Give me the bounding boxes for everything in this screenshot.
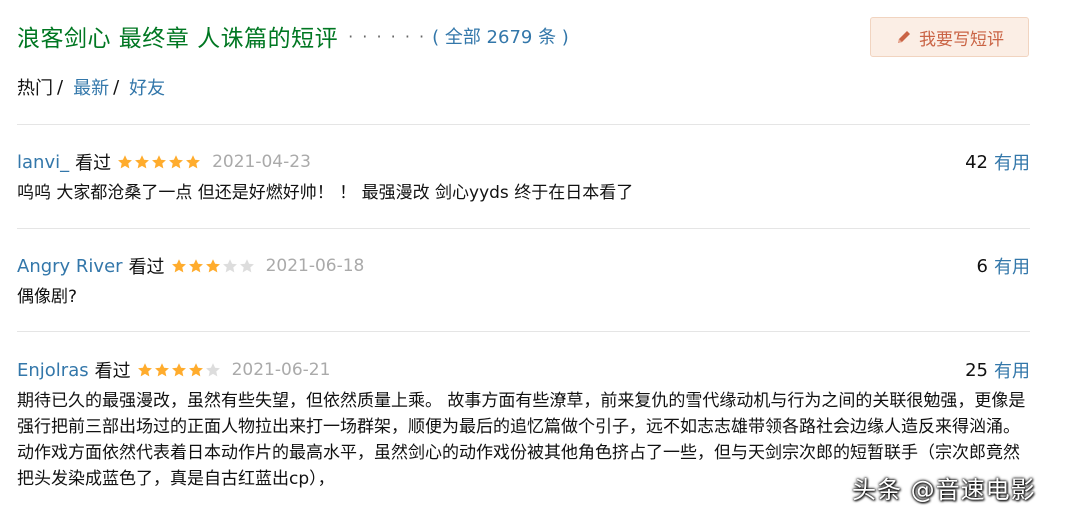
divider	[17, 228, 1030, 229]
star-filled-icon	[205, 259, 220, 273]
divider	[17, 331, 1030, 332]
useful-count: 42	[965, 151, 988, 173]
useful-count: 25	[965, 359, 988, 381]
tab-latest[interactable]: 最新	[73, 74, 109, 100]
review-date: 2021-06-21	[231, 360, 331, 380]
page-header: 浪客剑心 最终章 人诛篇的短评 · · · · · · ( 全部 2679 条 …	[17, 18, 569, 54]
review-date: 2021-06-18	[265, 256, 365, 276]
star-filled-icon	[118, 155, 133, 169]
star-filled-icon	[152, 155, 167, 169]
useful-vote: 6 有用	[977, 252, 1030, 280]
review-content: 偶像剧?	[17, 287, 78, 307]
star-filled-icon	[188, 363, 203, 377]
star-filled-icon	[188, 259, 203, 273]
page-title: 浪客剑心 最终章 人诛篇的短评	[17, 26, 339, 52]
review-date: 2021-04-23	[212, 152, 311, 172]
review-item: lanvi_ 看过 2021-04-23 42 有用 呜呜 大家都沧桑了一点 但…	[17, 148, 1030, 206]
star-empty-icon	[239, 259, 254, 273]
useful-count: 6	[976, 255, 988, 277]
watermark: 头条 @音速电影	[852, 476, 1036, 504]
rating-stars	[171, 258, 256, 274]
review-item: Angry River 看过 2021-06-18 6 有用 偶像剧?	[17, 252, 1030, 310]
star-empty-icon	[222, 259, 237, 273]
rating-stars	[117, 154, 202, 170]
all-reviews-link[interactable]: ( 全部 2679 条 )	[432, 23, 569, 49]
useful-vote: 25 有用	[965, 356, 1030, 384]
tab-friends[interactable]: 好友	[129, 74, 165, 100]
write-review-label: 我要写短评	[919, 29, 1004, 50]
pencil-icon	[898, 31, 910, 43]
useful-vote: 42 有用	[965, 148, 1030, 176]
review-user-link[interactable]: Enjolras	[17, 360, 89, 381]
watch-status: 看过	[128, 257, 165, 278]
review-user-link[interactable]: lanvi_	[17, 152, 69, 173]
watch-status: 看过	[94, 361, 131, 382]
tab-separator: /	[57, 76, 64, 98]
review-meta: lanvi_ 看过 2021-04-23	[17, 148, 1030, 176]
rating-stars	[137, 362, 222, 378]
useful-button[interactable]: 有用	[994, 253, 1030, 279]
review-user-link[interactable]: Angry River	[17, 256, 123, 277]
tab-separator: /	[113, 76, 120, 98]
review-meta: Angry River 看过 2021-06-18	[17, 252, 1030, 280]
star-filled-icon	[186, 155, 201, 169]
star-filled-icon	[135, 155, 150, 169]
useful-button[interactable]: 有用	[994, 149, 1030, 175]
watch-status: 看过	[75, 153, 112, 174]
review-content: 呜呜 大家都沧桑了一点 但还是好燃好帅！ ！ 最强漫改 剑心yyds 终于在日本…	[17, 183, 634, 203]
review-meta: Enjolras 看过 2021-06-21	[17, 356, 1030, 384]
star-filled-icon	[171, 363, 186, 377]
title-dots: · · · · · ·	[348, 26, 427, 46]
write-review-button[interactable]: 我要写短评	[870, 17, 1029, 57]
sort-tabs: 热门 / 最新 / 好友	[17, 74, 165, 100]
star-filled-icon	[154, 363, 169, 377]
star-filled-icon	[137, 363, 152, 377]
star-filled-icon	[171, 259, 186, 273]
star-empty-icon	[205, 363, 220, 377]
divider	[17, 124, 1030, 125]
useful-button[interactable]: 有用	[994, 357, 1030, 383]
tab-hot[interactable]: 热门	[17, 74, 53, 100]
star-filled-icon	[169, 155, 184, 169]
